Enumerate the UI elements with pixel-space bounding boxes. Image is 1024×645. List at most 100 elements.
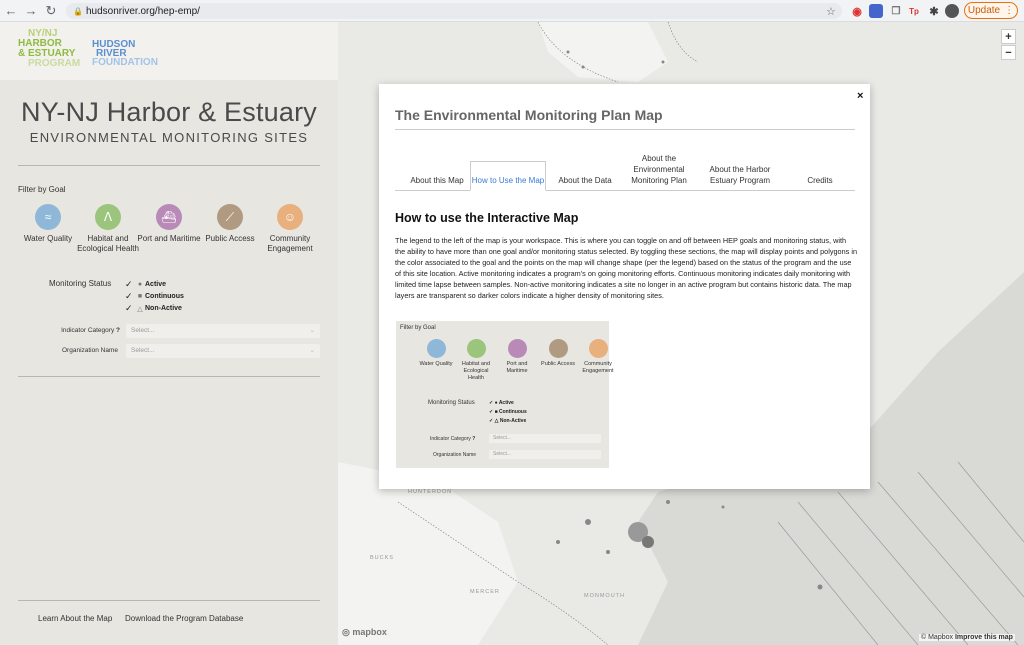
- mini-status-label: Monitoring Status: [428, 400, 475, 406]
- zoom-in-button[interactable]: +: [1001, 29, 1016, 44]
- legend-illustration: Filter by Goal Water Quality Habitat and…: [396, 321, 614, 468]
- lock-icon: 🔒: [73, 6, 83, 16]
- mini-status-text: Non-Active: [499, 418, 527, 424]
- status-label: Continuous: [145, 293, 184, 300]
- zoom-out-button[interactable]: −: [1001, 45, 1016, 60]
- status-label: Active: [145, 281, 167, 288]
- organization-name-select[interactable]: Select... ⌄: [126, 344, 320, 358]
- divider: [395, 129, 855, 130]
- tab-how-to-use[interactable]: How to Use the Map: [470, 161, 546, 191]
- ship-icon: [507, 339, 527, 358]
- grass-icon: [466, 339, 486, 358]
- modal-title: The Environmental Monitoring Plan Map: [395, 107, 663, 123]
- tab-about-emp[interactable]: About the Environmental Monitoring Plan: [623, 141, 695, 190]
- logo-line: PROGRAM: [28, 58, 81, 69]
- attribution-text[interactable]: © Mapbox: [921, 634, 953, 641]
- mini-goal-water: Water Quality: [416, 339, 456, 368]
- puzzle-extensions-icon[interactable]: ✱: [927, 4, 941, 18]
- goal-water-quality[interactable]: ≈ Water Quality: [16, 204, 80, 244]
- site-title: NY-NJ Harbor & Estuary: [21, 97, 317, 127]
- help-icon[interactable]: ?: [116, 327, 120, 334]
- status-label: Non-Active: [145, 305, 182, 312]
- calendar-extension-icon[interactable]: [869, 4, 883, 18]
- checkmark-icon: ✓: [125, 291, 133, 301]
- checkmark-icon: ✓: [125, 303, 133, 313]
- legend-sidebar: NY/NJ HARBOR & ESTUARY PROGRAM HUDSON RI…: [0, 22, 338, 645]
- address-bar[interactable]: 🔒 hudsonriver.org/hep-emp/ ☆: [66, 3, 842, 19]
- checkmark-icon: ✓: [125, 279, 133, 289]
- tab-about-hep[interactable]: About the Harbor Estuary Program: [700, 152, 780, 190]
- mini-status-text: Active: [498, 400, 514, 406]
- bookmark-star-icon[interactable]: ☆: [826, 5, 842, 18]
- canoe-icon: ⟋: [217, 204, 243, 230]
- people-icon: ☺: [277, 204, 303, 230]
- chevron-down-icon: ⌄: [309, 327, 315, 334]
- mapbox-logo-text: mapbox: [352, 627, 387, 637]
- select-placeholder: Select...: [131, 327, 155, 334]
- more-menu-icon: ⋮: [1004, 5, 1015, 16]
- reload-icon[interactable]: ↻: [42, 2, 60, 20]
- mini-indicator-text: Indicator Category: [430, 436, 471, 442]
- profile-avatar[interactable]: [945, 4, 959, 18]
- mini-status-text: Continuous: [499, 409, 527, 415]
- mapbox-logo[interactable]: ◎ mapbox: [342, 627, 387, 638]
- map-label-mercer: MERCER: [470, 589, 500, 595]
- close-button[interactable]: ×: [857, 90, 863, 102]
- divider: [18, 165, 320, 166]
- update-button[interactable]: Update ⋮: [964, 2, 1018, 19]
- status-continuous-toggle[interactable]: ✓ ■ Continuous: [125, 291, 184, 302]
- map-label-monmouth: MONMOUTH: [584, 593, 625, 599]
- divider: [18, 376, 320, 377]
- mini-goal-label: Community Engagement: [582, 361, 614, 374]
- goal-label: Habitat and Ecological Health: [77, 234, 139, 253]
- triangle-marker-icon: △: [137, 305, 143, 313]
- wave-icon: ≈: [35, 204, 61, 230]
- map-attribution: © Mapbox Improve this map: [919, 634, 1015, 641]
- site-subtitle: ENVIRONMENTAL MONITORING SITES: [29, 130, 309, 145]
- goal-label: Public Access: [205, 234, 255, 243]
- goal-community-engagement[interactable]: ☺ Community Engagement: [258, 204, 322, 254]
- learn-about-map-link[interactable]: Learn About the Map: [38, 614, 112, 623]
- copy-extension-icon[interactable]: ❐: [889, 4, 903, 18]
- forward-icon[interactable]: →: [22, 2, 40, 20]
- goal-public-access[interactable]: ⟋ Public Access: [198, 204, 262, 244]
- mini-goal-label: Public Access: [541, 361, 575, 367]
- mapbox-icon: ◎: [342, 627, 350, 637]
- goal-habitat[interactable]: ᐱ Habitat and Ecological Health: [76, 204, 140, 254]
- divider: [18, 600, 320, 601]
- ship-icon: ⛴: [156, 204, 182, 230]
- tab-about-data[interactable]: About the Data: [550, 160, 620, 190]
- mini-goal-community: Community Engagement: [578, 339, 618, 375]
- mini-goal-label: Port and Maritime: [506, 361, 528, 374]
- indicator-category-label: Indicator Category ?: [30, 327, 120, 334]
- download-database-link[interactable]: Download the Program Database: [125, 614, 243, 623]
- canoe-icon: [548, 339, 568, 358]
- record-extension-icon[interactable]: ◉: [850, 4, 864, 18]
- hudson-river-foundation-logo[interactable]: HUDSON RIVER FOUNDATION: [92, 40, 158, 68]
- mini-goal-label: Habitat and Ecological Health: [461, 361, 491, 381]
- tab-credits[interactable]: Credits: [790, 160, 850, 190]
- mini-organization-select: Select...: [489, 450, 601, 459]
- people-icon: [588, 339, 608, 358]
- improve-map-link[interactable]: Improve this map: [955, 634, 1013, 641]
- back-icon[interactable]: ←: [2, 2, 20, 20]
- status-active-toggle[interactable]: ✓ ● Active: [125, 279, 166, 290]
- tab-about-map[interactable]: About this Map: [400, 160, 474, 190]
- goal-port-maritime[interactable]: ⛴ Port and Maritime: [137, 204, 201, 244]
- wave-icon: [426, 339, 446, 358]
- square-marker-icon: ■: [137, 293, 143, 300]
- modal-tabs: About this Map How to Use the Map About …: [395, 142, 855, 191]
- hep-logo[interactable]: NY/NJ HARBOR & ESTUARY PROGRAM: [18, 29, 80, 69]
- instructions-text: The legend to the left of the map is you…: [395, 236, 858, 300]
- map-label-hunterdon: HUNTERDON: [408, 489, 453, 495]
- mini-status-continuous: ✓ ■ Continuous: [489, 409, 527, 415]
- indicator-category-select[interactable]: Select... ⌄: [126, 324, 320, 338]
- goal-label: Water Quality: [23, 234, 73, 243]
- tp-extension-icon[interactable]: Tp: [907, 4, 921, 18]
- section-heading: How to use the Interactive Map: [395, 211, 579, 225]
- mini-goal-port: Port and Maritime: [497, 339, 537, 375]
- monitoring-status-label: Monitoring Status: [49, 279, 112, 288]
- circle-marker-icon: ●: [137, 281, 143, 288]
- mini-indicator-select: Select...: [489, 434, 601, 443]
- status-nonactive-toggle[interactable]: ✓ △ Non-Active: [125, 303, 182, 314]
